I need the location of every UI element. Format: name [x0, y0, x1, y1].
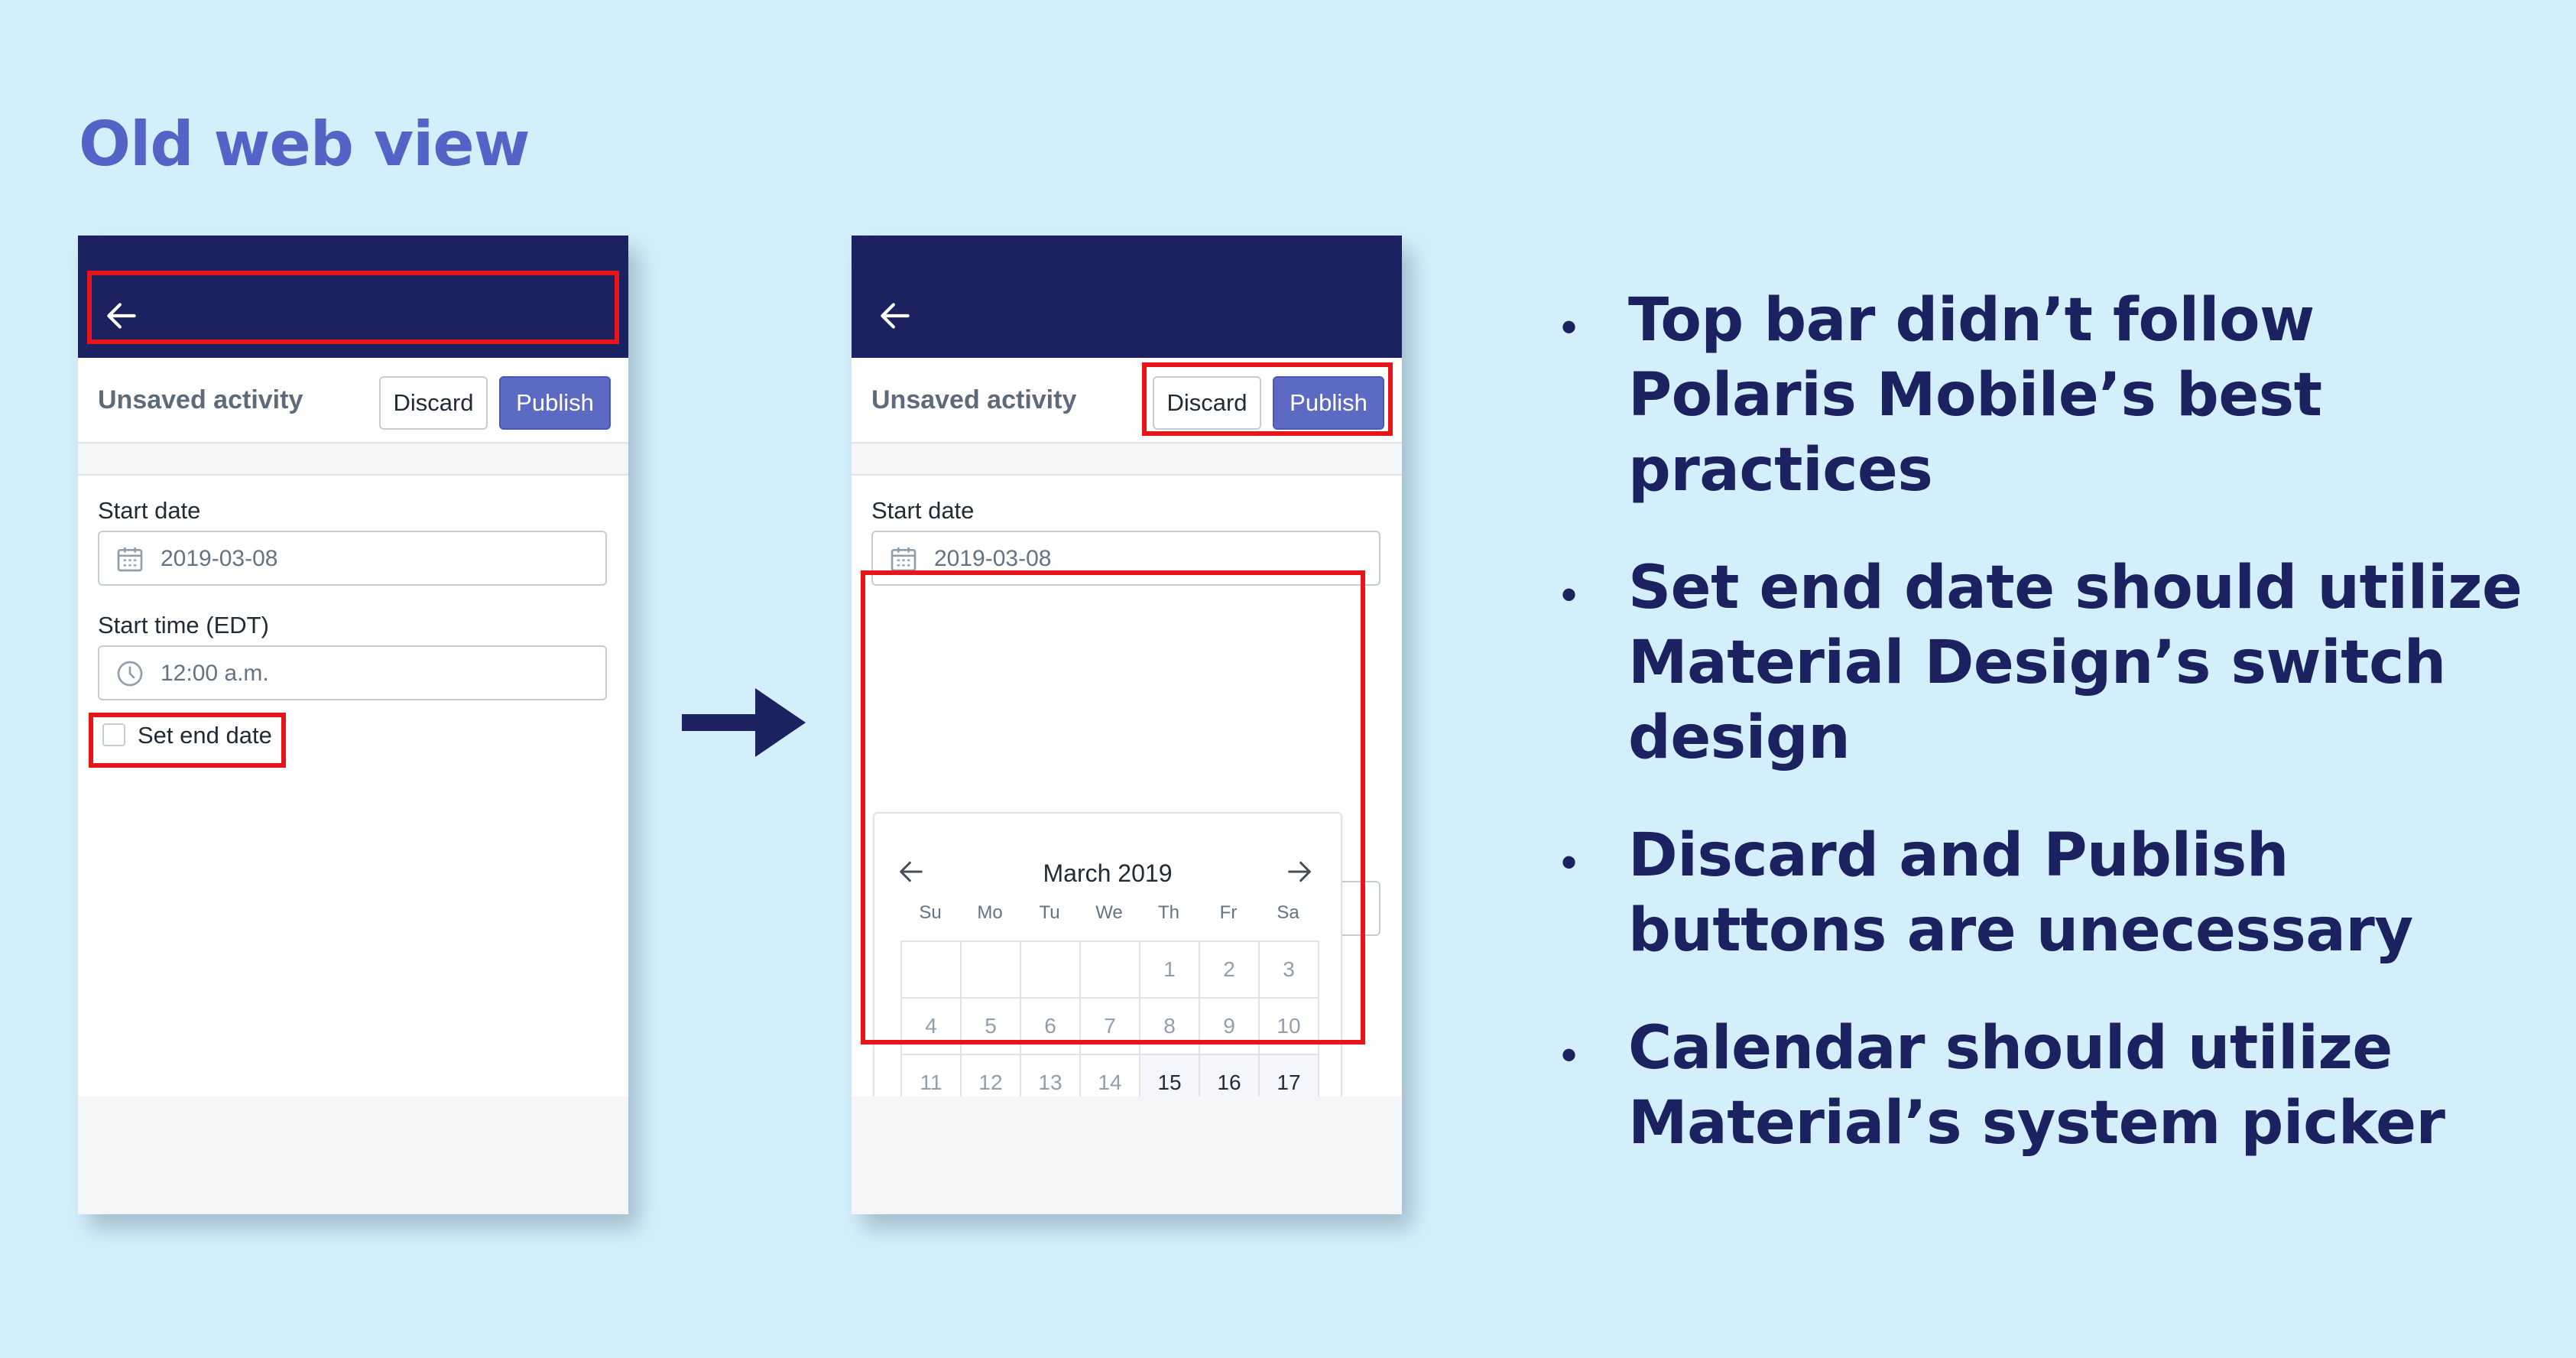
discard-button[interactable]: Discard	[379, 376, 488, 430]
bottom-bar	[852, 1096, 1402, 1214]
bullet-dot: •	[1561, 1029, 1578, 1080]
top-bar	[852, 236, 1402, 358]
start-date-field[interactable]: 2019-03-08	[98, 531, 607, 586]
highlight-action-buttons	[1142, 362, 1393, 436]
start-date-label: Start date	[98, 497, 201, 524]
critique-list: • Top bar didn’t follow Polaris Mobile’s…	[1552, 283, 2561, 1204]
critique-text: Set end date should utilize Material Des…	[1628, 554, 2522, 772]
start-time-value: 12:00 a.m.	[161, 661, 269, 686]
section-gap	[852, 443, 1402, 474]
critique-text: Top bar didn’t follow Polaris Mobile’s b…	[1628, 286, 2322, 505]
highlight-calendar	[861, 570, 1365, 1044]
phone-screenshot-calendar: Unsaved activity Discard Publish Start d…	[852, 236, 1402, 1214]
start-date-value: 2019-03-08	[161, 546, 278, 571]
critique-text: Calendar should utilize Material’s syste…	[1628, 1014, 2445, 1158]
section-gap	[78, 443, 628, 474]
highlight-set-end-date	[89, 713, 286, 768]
back-arrow-icon[interactable]	[876, 297, 914, 335]
start-time-label: Start time (EDT)	[98, 612, 269, 638]
critique-item: • Discard and Publish buttons are uneces…	[1552, 818, 2561, 968]
critique-item: • Calendar should utilize Material’s sys…	[1552, 1011, 2561, 1161]
bottom-bar	[78, 1096, 628, 1214]
page-heading: Old web view	[79, 109, 530, 180]
critique-text: Discard and Publish buttons are unecessa…	[1628, 821, 2413, 965]
bullet-dot: •	[1561, 569, 1578, 620]
clock-icon	[117, 661, 143, 687]
phone-screenshot-form: Unsaved activity Discard Publish Start d…	[78, 236, 628, 1214]
calendar-icon	[891, 547, 917, 572]
start-time-field[interactable]: 12:00 a.m.	[98, 645, 607, 700]
critique-item: • Top bar didn’t follow Polaris Mobile’s…	[1552, 283, 2561, 508]
bullet-dot: •	[1561, 837, 1578, 888]
arrow-right-indicator	[682, 688, 806, 757]
action-bar-title: Unsaved activity	[871, 385, 1077, 414]
publish-button[interactable]: Publish	[499, 376, 611, 430]
form-card: Start date 2019-03-08 Start time (EDT) 1…	[78, 474, 628, 1098]
bullet-dot: •	[1561, 301, 1578, 352]
action-bar: Unsaved activity Discard Publish	[78, 358, 628, 443]
critique-item: • Set end date should utilize Material D…	[1552, 551, 2561, 775]
highlight-top-bar	[87, 271, 619, 344]
start-date-label: Start date	[871, 497, 975, 524]
calendar-icon	[117, 547, 143, 572]
start-date-value: 2019-03-08	[934, 546, 1052, 571]
action-bar-title: Unsaved activity	[98, 385, 303, 414]
